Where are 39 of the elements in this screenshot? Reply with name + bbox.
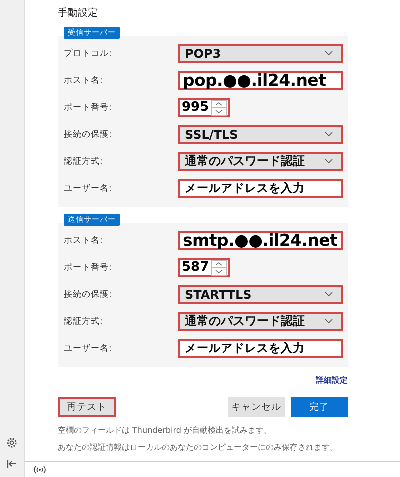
field-label: 接続の保護:: [64, 128, 113, 140]
chevron-icon: [325, 51, 333, 56]
chevron-icon: [325, 159, 333, 164]
input-field[interactable]: メールアドレスを入力: [178, 179, 343, 198]
chevron-icon: [325, 319, 333, 324]
info-text: 空欄のフィールドは Thunderbird が自動検出を試みます。: [58, 425, 273, 436]
field-label: ユーザー名:: [64, 182, 113, 194]
section-title: 手動設定: [58, 6, 99, 20]
number-field[interactable]: 587: [178, 258, 230, 277]
advanced-settings-link[interactable]: 詳細設定: [316, 375, 348, 386]
dropdown[interactable]: STARTTLS: [178, 285, 343, 304]
retest-button[interactable]: 再テスト: [58, 397, 116, 417]
field-label: ポート番号:: [64, 102, 113, 114]
input-field[interactable]: pop.●●.il24.net: [178, 71, 343, 90]
field-label: ホスト名:: [64, 234, 104, 246]
dropdown[interactable]: 通常のパスワード認証: [178, 152, 343, 171]
field-label: 認証方式:: [64, 156, 104, 168]
dropdown[interactable]: POP3: [178, 44, 343, 63]
field-label: 接続の保護:: [64, 288, 113, 300]
number-field[interactable]: 995: [178, 98, 230, 117]
field-label: ポート番号:: [64, 262, 113, 274]
input-field[interactable]: メールアドレスを入力: [178, 339, 343, 358]
done-button[interactable]: 完了: [291, 397, 348, 417]
dropdown[interactable]: 通常のパスワード認証: [178, 312, 343, 331]
field-label: ユーザー名:: [64, 342, 113, 354]
signal-icon: [33, 464, 47, 474]
field-label: プロトコル:: [64, 48, 113, 60]
dropdown[interactable]: SSL/TLS: [178, 125, 343, 144]
spinner-icon[interactable]: [211, 100, 228, 116]
field-label: ホスト名:: [64, 74, 104, 86]
input-field[interactable]: smtp.●●.il24.net: [178, 231, 343, 250]
settings-icon[interactable]: [6, 437, 18, 449]
chevron-icon: [325, 292, 333, 297]
info-text: あなたの認証情報はローカルのあなたのコンピューターにのみ保存されます。: [58, 442, 339, 453]
field-label: 認証方式:: [64, 316, 104, 328]
collapse-icon[interactable]: [6, 458, 18, 470]
chevron-icon: [325, 132, 333, 137]
cancel-button[interactable]: キャンセル: [228, 397, 285, 417]
spinner-icon[interactable]: [211, 260, 228, 276]
